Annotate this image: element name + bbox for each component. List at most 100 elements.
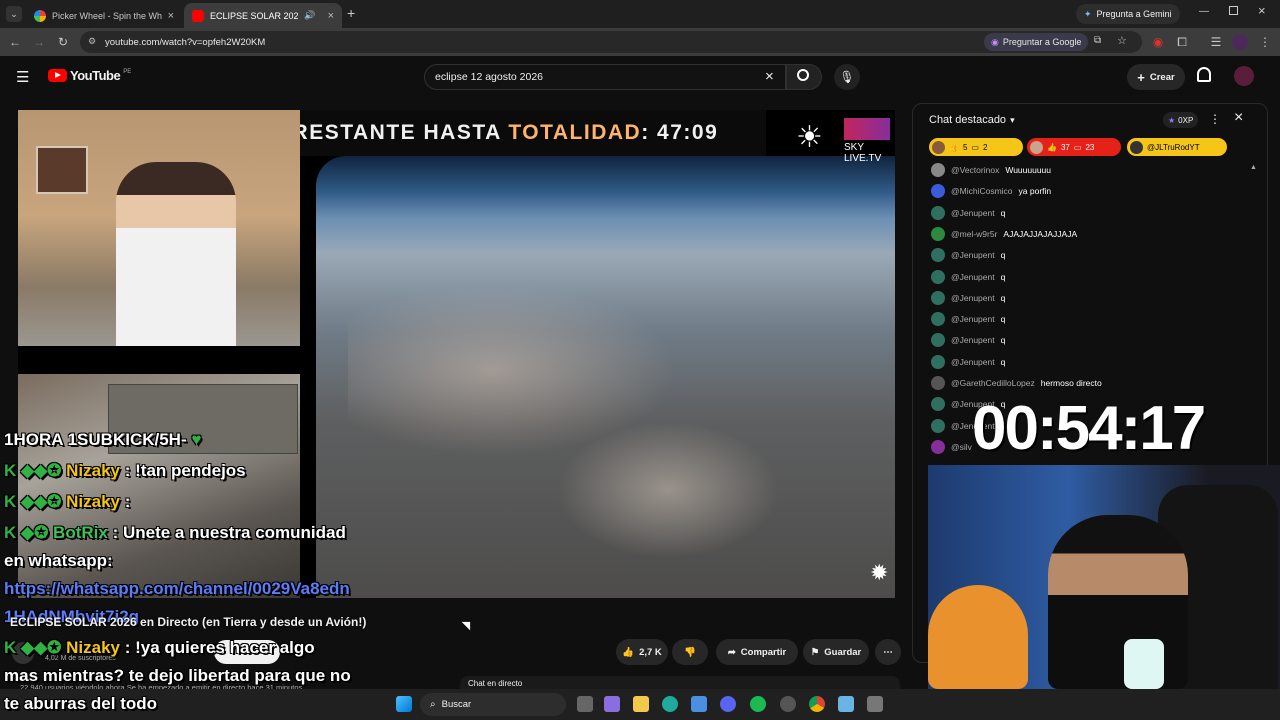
chat-avatar[interactable]	[931, 397, 945, 412]
save-button[interactable]: ⚑ Guardar	[803, 639, 869, 665]
taskbar-search[interactable]: ⌕ Buscar	[420, 693, 566, 716]
overlay-line: K ◆✪ BotRix : Unete a nuestra comunidad	[4, 523, 346, 543]
chat-mode-dropdown[interactable]: Chat destacado ▾	[929, 114, 1015, 126]
chat-avatar[interactable]	[931, 418, 945, 433]
account-avatar[interactable]	[1234, 66, 1254, 86]
app-icon[interactable]	[780, 696, 796, 712]
notifications-bell-icon[interactable]	[1197, 67, 1211, 82]
chat-author[interactable]: @silv	[951, 442, 972, 452]
close-tab-icon[interactable]: ×	[328, 10, 334, 22]
dislike-button[interactable]: 👎	[672, 639, 708, 665]
thumbs-up-icon: 👍	[949, 142, 959, 152]
chat-avatar[interactable]	[931, 248, 945, 263]
xp-badge[interactable]: ★ 0XP	[1163, 112, 1199, 128]
chat-author[interactable]: @Jenupent	[951, 314, 995, 324]
forward-arrow-icon[interactable]: →	[31, 34, 47, 50]
notepad-icon[interactable]	[838, 696, 854, 712]
youtube-logo[interactable]: YouTube PE	[48, 68, 131, 83]
tab-youtube-eclipse[interactable]: ECLIPSE SOLAR 2026 en Di 🔊 ×	[184, 3, 342, 28]
chat-avatar[interactable]	[931, 354, 945, 369]
profile-avatar[interactable]	[1232, 34, 1248, 50]
address-bar[interactable]: ⚙ youtube.com/watch?v=opfeh2W20KM ◉ Preg…	[80, 31, 1142, 53]
reading-list-icon[interactable]: ☰	[1208, 34, 1224, 50]
chat-text: q	[1000, 335, 1006, 346]
chat-text: q	[1000, 250, 1006, 261]
minimize-window-icon[interactable]: —	[1199, 6, 1209, 17]
voice-search-button[interactable]: 🎙	[834, 64, 860, 90]
search-button[interactable]	[786, 64, 822, 90]
extensions-puzzle-icon[interactable]: ⧠	[1174, 34, 1190, 50]
chat-avatar[interactable]	[931, 163, 945, 177]
restore-window-icon[interactable]	[1229, 6, 1238, 15]
chat-avatar[interactable]	[931, 333, 945, 348]
chip-name: @JLTruRodYT	[1147, 142, 1200, 152]
search-icon	[797, 69, 809, 81]
chat-avatar[interactable]	[931, 205, 945, 220]
chat-author[interactable]: @GarethCedilloLopez	[951, 378, 1035, 388]
windows-start-icon[interactable]	[396, 696, 412, 712]
live-chat-toggle[interactable]: Chat en directo	[460, 676, 900, 689]
close-tab-icon[interactable]: ×	[168, 10, 174, 22]
chrome-icon[interactable]	[809, 696, 825, 712]
chat-author[interactable]: @MichiCosmico	[951, 186, 1013, 196]
chat-author[interactable]: @Jenupent	[951, 272, 995, 282]
browser-menu-icon[interactable]: ⋮	[1257, 34, 1273, 50]
chip-avatar	[1030, 140, 1043, 154]
hamburger-menu-icon[interactable]: ☰	[16, 68, 29, 86]
install-app-icon[interactable]: ⧉	[1094, 35, 1101, 46]
search-input[interactable]: eclipse 12 agosto 2026 ×	[424, 64, 786, 90]
bookmark-star-icon[interactable]: ☆	[1117, 34, 1127, 47]
edge-icon[interactable]	[662, 696, 678, 712]
like-button[interactable]: 👍 2,7 K	[616, 639, 668, 665]
chat-scroll-up-icon[interactable]: ▲	[1250, 164, 1257, 171]
tab-list-chevron-icon[interactable]: ⌄	[6, 6, 22, 22]
chat-options-icon[interactable]: ⋮	[1209, 112, 1221, 126]
chat-author[interactable]: @Jenupent	[951, 357, 995, 367]
close-chat-icon[interactable]: ×	[1234, 109, 1243, 127]
calculator-icon[interactable]	[867, 696, 883, 712]
chat-author[interactable]: @mel-w9r5r	[951, 229, 997, 239]
chat-message: @Jenupent q	[931, 205, 1005, 221]
site-info-icon[interactable]: ⚙	[88, 36, 96, 47]
extension-red-icon[interactable]: ◉	[1150, 34, 1166, 50]
chat-avatar[interactable]	[931, 226, 945, 241]
chat-author[interactable]: @Jenupent	[951, 335, 995, 345]
discord-icon[interactable]	[720, 696, 736, 712]
chat-author[interactable]: @Jenupent	[951, 250, 995, 260]
create-button[interactable]: + Crear	[1127, 64, 1185, 90]
new-tab-button[interactable]: +	[347, 5, 355, 21]
file-explorer-icon[interactable]	[633, 696, 649, 712]
share-button[interactable]: ➦ Compartir	[716, 639, 798, 665]
store-icon[interactable]	[691, 696, 707, 712]
gemini-button[interactable]: ✦ Pregunta a Gemini	[1076, 4, 1180, 24]
youtube-logo-text: YouTube	[70, 68, 121, 83]
chat-avatar[interactable]	[931, 439, 945, 454]
audio-playing-icon[interactable]: 🔊	[304, 10, 315, 21]
countdown-highlight: TOTALIDAD	[508, 121, 642, 144]
chat-avatar[interactable]	[931, 376, 945, 390]
chat-author[interactable]: @Jenupent	[951, 208, 995, 218]
pinned-chip[interactable]: 👍 5 ▭ 2	[929, 138, 1023, 156]
chat-author[interactable]: @Jenupent	[951, 293, 995, 303]
reload-icon[interactable]: ↻	[55, 34, 71, 50]
task-view-icon[interactable]	[577, 696, 593, 712]
chat-message: @Vectorinox Wuuuuuuuu	[931, 162, 1051, 178]
chat-author[interactable]: @Vectorinox	[951, 165, 999, 175]
chat-avatar[interactable]	[931, 290, 945, 305]
back-arrow-icon[interactable]: ←	[7, 34, 23, 50]
clear-search-icon[interactable]: ×	[765, 68, 774, 85]
ask-google-button[interactable]: ◉ Preguntar a Google	[984, 33, 1089, 51]
spotify-icon[interactable]	[750, 696, 766, 712]
chat-avatar[interactable]	[931, 184, 945, 199]
close-window-icon[interactable]: ×	[1258, 3, 1266, 18]
tab-title: ECLIPSE SOLAR 2026 en Di	[210, 10, 299, 21]
pinned-chip[interactable]: @JLTruRodYT	[1127, 138, 1227, 156]
widgets-icon[interactable]	[604, 696, 620, 712]
more-actions-button[interactable]: ⋯	[875, 639, 901, 665]
pinned-chip[interactable]: 👍 37 ▭ 23	[1027, 138, 1121, 156]
ask-google-label: Preguntar a Google	[1002, 37, 1082, 47]
chat-message: @silv	[931, 439, 978, 455]
tab-picker-wheel[interactable]: Picker Wheel - Spin the Wheel t ×	[26, 3, 182, 28]
chat-avatar[interactable]	[931, 269, 945, 284]
chat-avatar[interactable]	[931, 312, 945, 327]
